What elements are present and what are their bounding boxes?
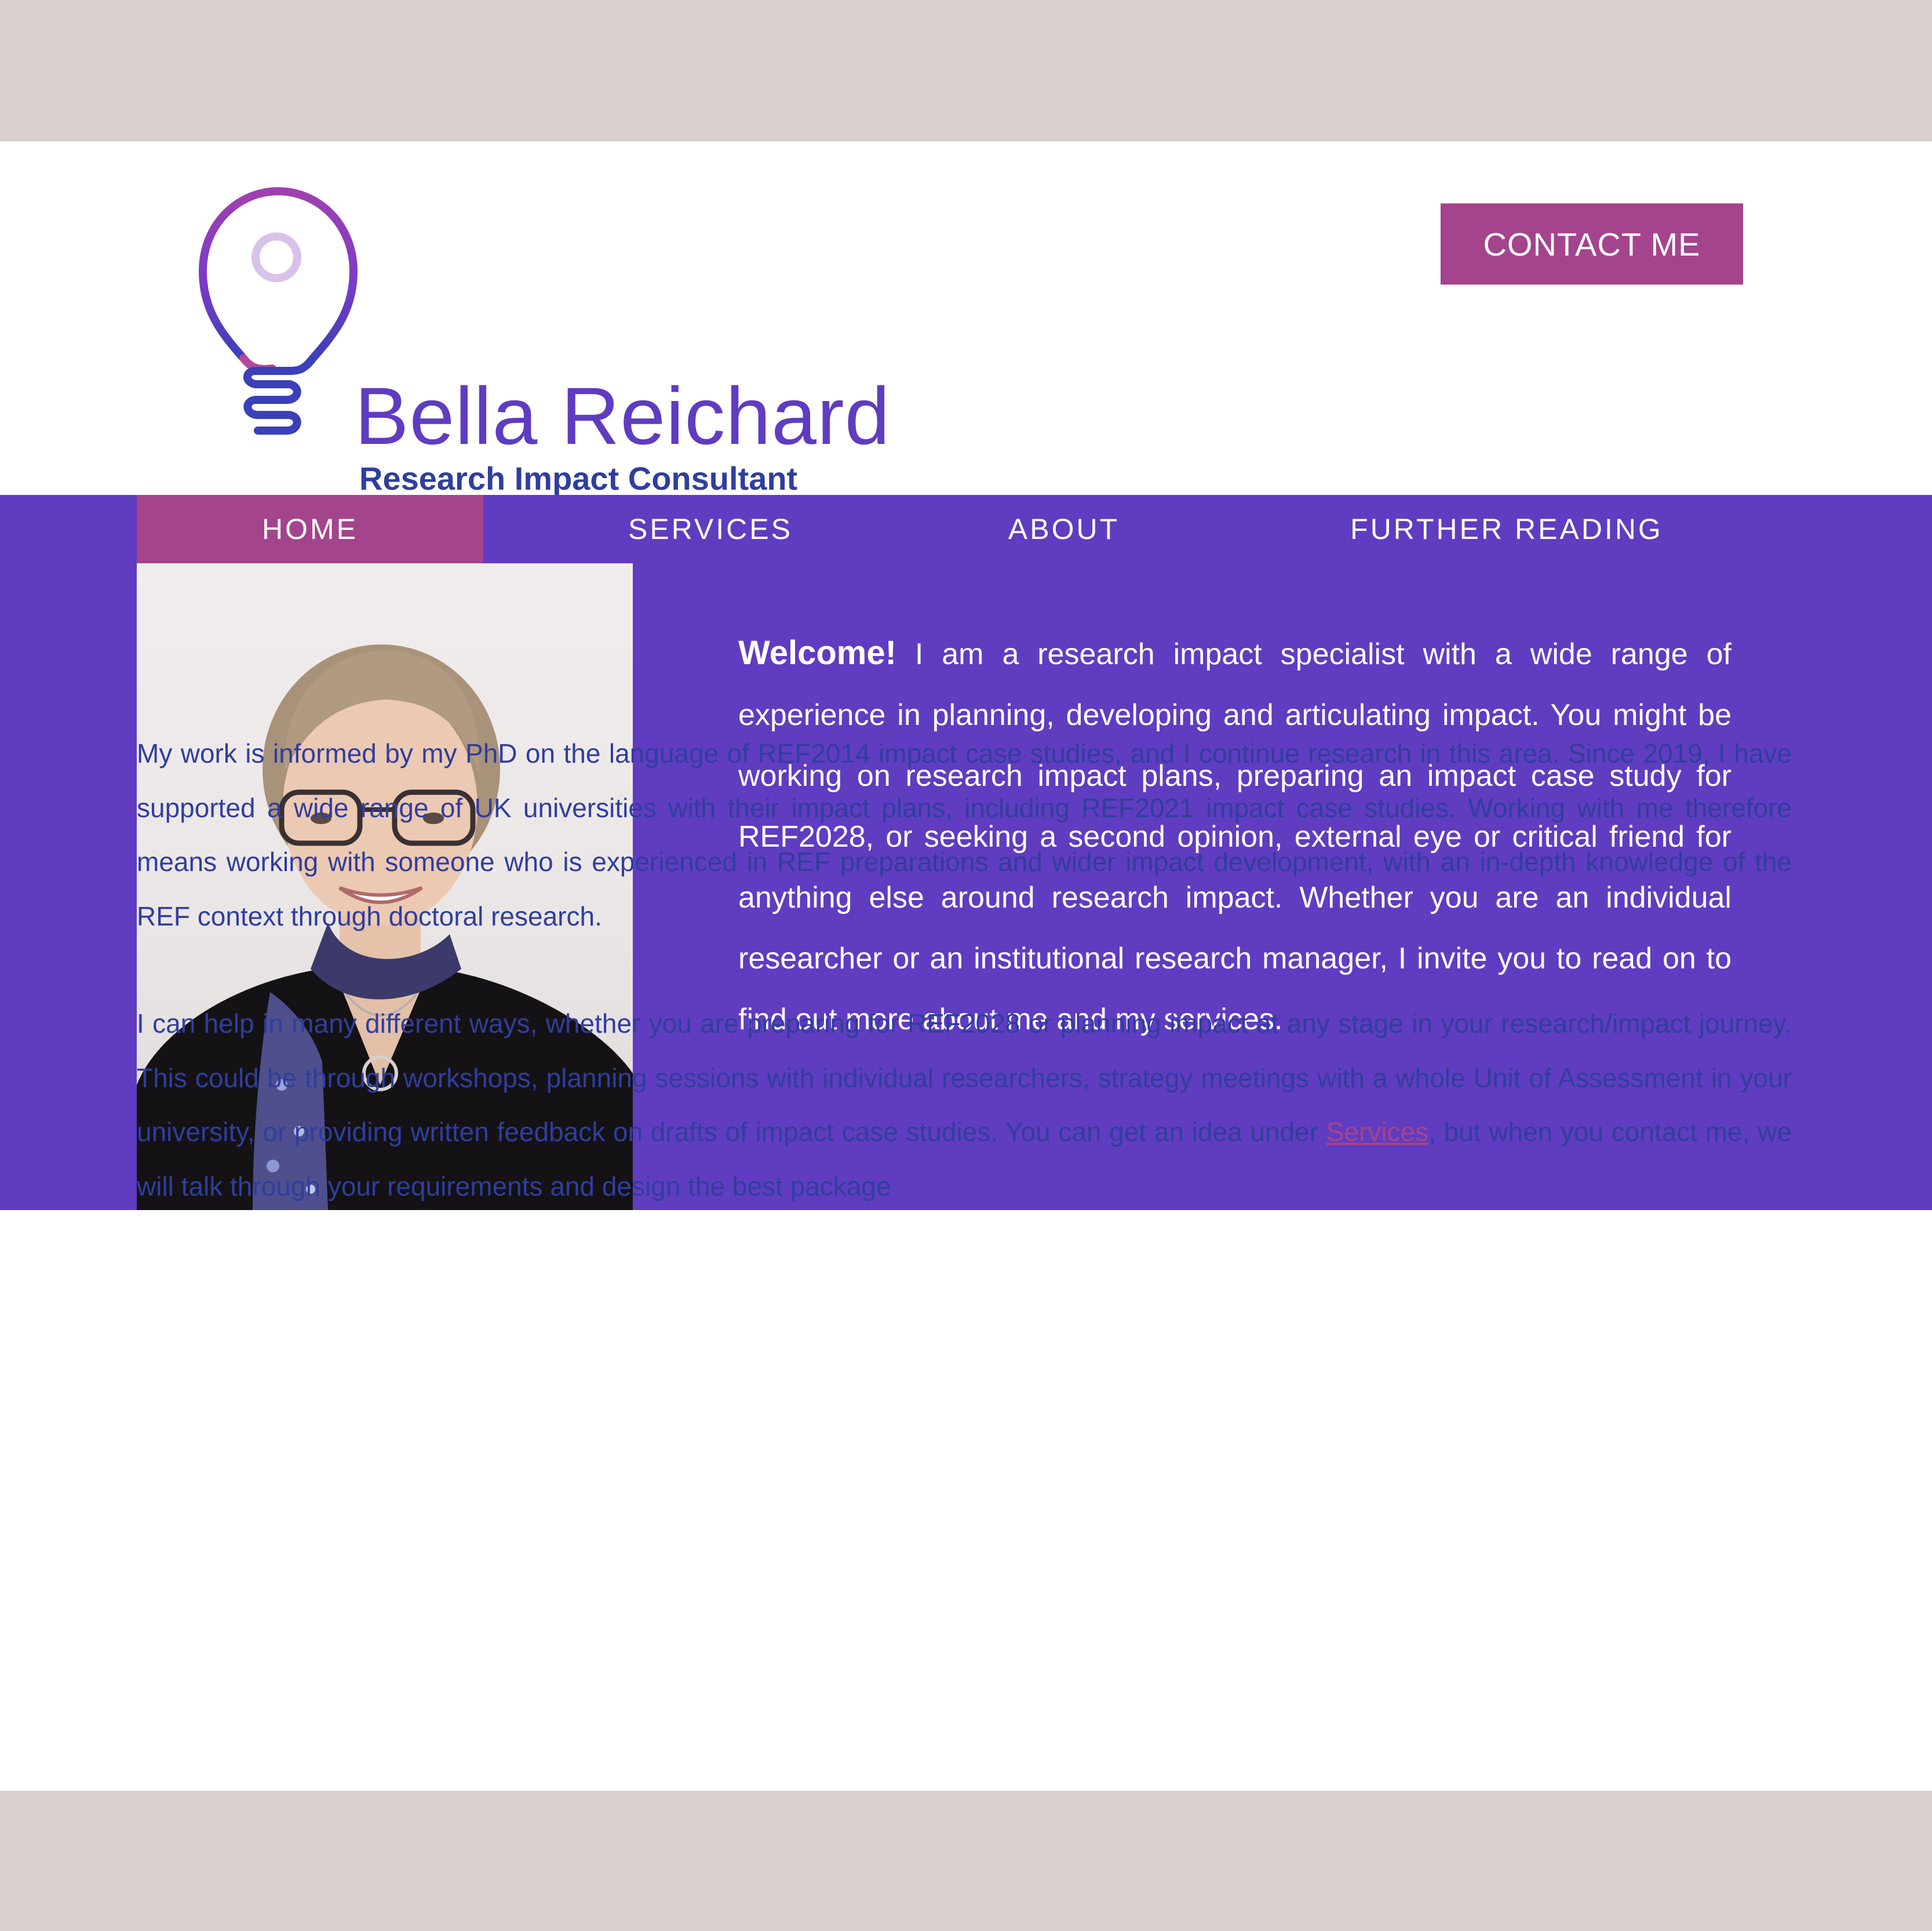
main-navigation: HOME SERVICES ABOUT FURTHER READING <box>137 495 1817 563</box>
nav-item-home[interactable]: HOME <box>137 495 483 563</box>
top-background-band <box>0 0 1932 141</box>
brand-name: Bella Reichard <box>355 370 891 461</box>
intro-paragraph-1: My work is informed by my PhD on the lan… <box>137 738 1792 931</box>
nav-item-about[interactable]: ABOUT <box>954 495 1174 563</box>
intro-paragraph-2: I can help in many different ways, wheth… <box>137 997 1792 1214</box>
services-link[interactable]: Services <box>1326 1117 1428 1147</box>
lightbulb-icon <box>198 187 358 435</box>
bottom-background-band <box>0 1791 1932 1931</box>
brand-tagline: Research Impact Consultant <box>359 460 798 497</box>
page-container: Bella Reichard Research Impact Consultan… <box>0 141 1932 1791</box>
nav-item-further-reading[interactable]: FURTHER READING <box>1327 495 1686 563</box>
welcome-lead: Welcome! <box>738 634 896 672</box>
nav-item-services[interactable]: SERVICES <box>570 495 851 563</box>
contact-me-button[interactable]: CONTACT ME <box>1441 203 1743 285</box>
